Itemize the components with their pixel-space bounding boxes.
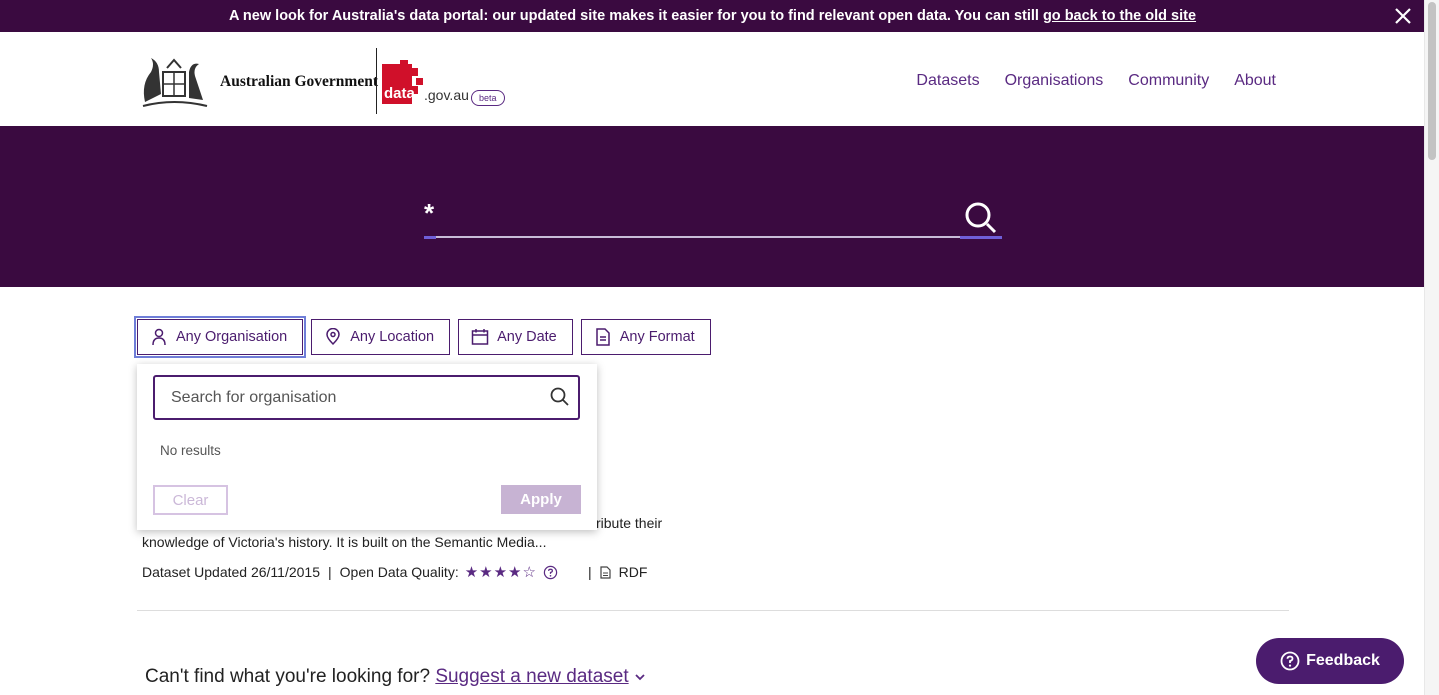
banner-text: A new look for Australia's data portal: … xyxy=(228,8,1039,24)
filter-location-label: Any Location xyxy=(350,329,435,345)
nav-datasets[interactable]: Datasets xyxy=(916,72,979,90)
site-header: Australian Government data .gov.au beta … xyxy=(0,32,1425,126)
feedback-label: Feedback xyxy=(1306,652,1380,669)
file-icon xyxy=(599,565,611,579)
suggest-dataset-prompt: Can't find what you're looking for? Sugg… xyxy=(145,666,646,688)
dataset-updated-date: Dataset Updated 26/11/2015 xyxy=(142,564,320,580)
suggest-dataset-link[interactable]: Suggest a new dataset xyxy=(435,666,628,687)
meta-separator: | xyxy=(328,564,332,580)
data-wordmark: data xyxy=(384,85,415,102)
map-pin-icon xyxy=(326,328,340,346)
beta-badge: beta xyxy=(471,90,505,106)
section-divider xyxy=(137,610,1289,611)
main-nav: Datasets Organisations Community About xyxy=(916,72,1276,90)
nav-about[interactable]: About xyxy=(1234,72,1276,90)
filter-bar: Any Organisation Any Location Any Date A… xyxy=(133,316,711,358)
filter-location-button[interactable]: Any Location xyxy=(311,319,451,355)
old-site-link[interactable]: go back to the old site xyxy=(1043,8,1196,24)
meta-separator: | xyxy=(587,564,592,580)
nav-organisations[interactable]: Organisations xyxy=(1005,72,1104,90)
search-icon[interactable] xyxy=(963,200,999,236)
result-description: knowledge of Victoria's history. It is b… xyxy=(142,534,547,550)
filter-date-label: Any Date xyxy=(497,329,557,345)
filter-format-label: Any Format xyxy=(619,329,695,345)
search-underline xyxy=(424,236,1002,238)
filter-organisation-label: Any Organisation xyxy=(176,329,288,345)
organisation-dropdown: No results Clear Apply xyxy=(137,364,597,530)
scrollbar-thumb[interactable] xyxy=(1428,2,1436,160)
result-meta: Dataset Updated 26/11/2015 | Open Data Q… xyxy=(142,563,647,581)
australian-government-label: Australian Government xyxy=(220,73,379,90)
clear-button[interactable]: Clear xyxy=(153,485,228,515)
calendar-icon xyxy=(471,329,489,345)
organisation-search-input[interactable] xyxy=(153,375,580,420)
format-label: RDF xyxy=(618,564,648,580)
quality-stars: ★★★★☆ xyxy=(464,564,537,581)
search-underline-accent xyxy=(424,236,436,239)
document-icon xyxy=(595,328,610,346)
search-input[interactable]: * xyxy=(424,198,434,229)
filter-date-button[interactable]: Any Date xyxy=(458,319,573,355)
suggest-question: Can't find what you're looking for? xyxy=(145,666,431,687)
no-results-text: No results xyxy=(160,443,221,458)
close-icon[interactable] xyxy=(1393,6,1413,26)
page-scrollbar[interactable] xyxy=(1424,0,1439,695)
help-icon xyxy=(1280,651,1300,671)
chevron-down-icon[interactable] xyxy=(634,672,646,682)
search-hero: * xyxy=(0,126,1425,287)
feedback-button[interactable]: Feedback xyxy=(1256,638,1404,684)
person-icon xyxy=(152,328,166,346)
govau-wordmark: .gov.au xyxy=(424,87,469,103)
help-icon[interactable] xyxy=(543,565,558,580)
search-underline-accent xyxy=(960,236,1002,239)
filter-format-button[interactable]: Any Format xyxy=(580,319,711,355)
coat-of-arms-icon xyxy=(142,58,208,107)
apply-button[interactable]: Apply xyxy=(501,485,581,514)
search-icon[interactable] xyxy=(549,386,571,408)
filter-organisation-button[interactable]: Any Organisation xyxy=(133,316,307,358)
announcement-banner: A new look for Australia's data portal: … xyxy=(0,0,1425,32)
quality-label: Open Data Quality: xyxy=(339,564,459,580)
nav-community[interactable]: Community xyxy=(1128,72,1209,90)
logo-divider xyxy=(376,48,377,114)
result-description: ribute their xyxy=(596,515,663,531)
